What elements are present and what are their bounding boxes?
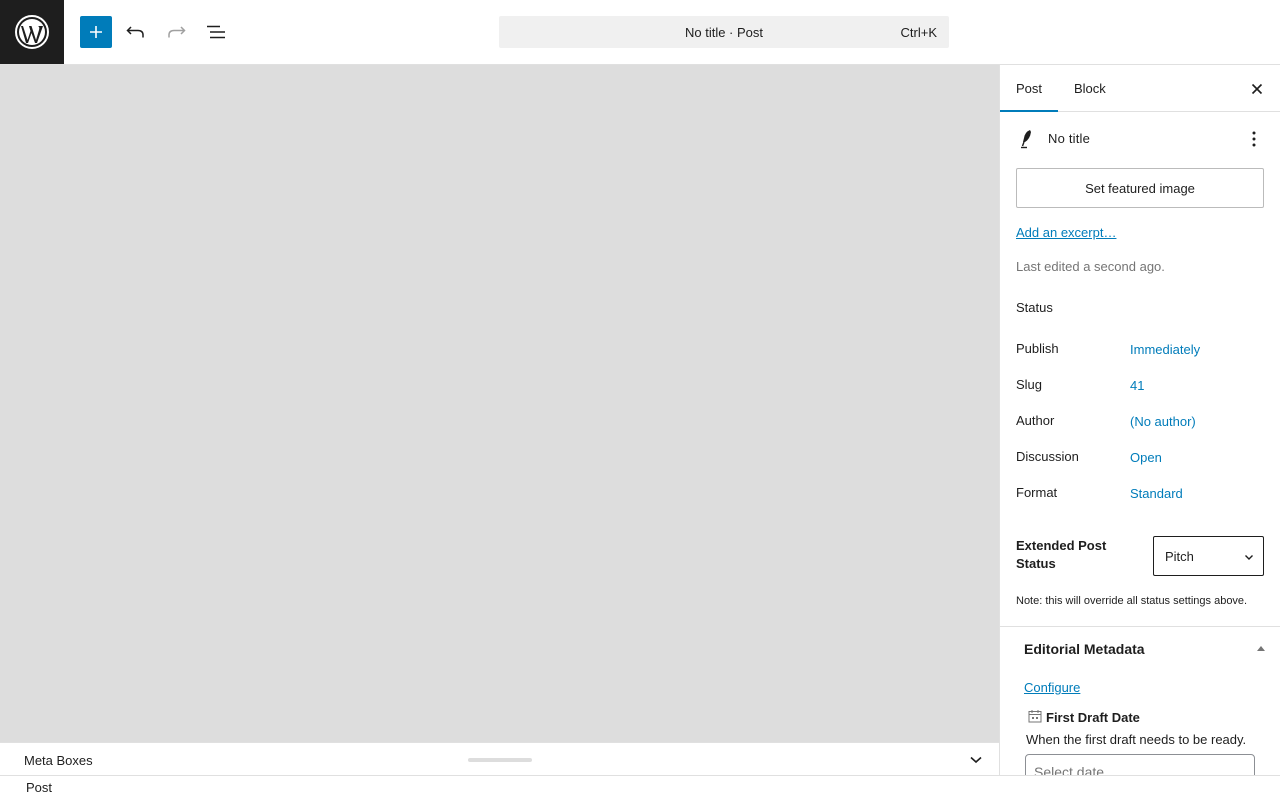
format-button[interactable]: Standard (1130, 486, 1183, 501)
format-label: Format (1016, 485, 1058, 500)
author-button[interactable]: (No author) (1130, 414, 1196, 429)
editor-footer: Post (0, 775, 1280, 800)
tab-post[interactable]: Post (1000, 65, 1058, 112)
editor-canvas[interactable] (0, 65, 999, 743)
publish-date-button[interactable]: Immediately (1130, 342, 1200, 357)
calendar-icon (1028, 710, 1042, 723)
format-row: Format Standard (1016, 485, 1266, 505)
post-title: No title (1048, 131, 1091, 146)
meta-boxes-toggle-button[interactable] (964, 750, 988, 770)
undo-icon (126, 26, 144, 38)
add-excerpt-link[interactable]: Add an excerpt… (1016, 225, 1116, 240)
discussion-row: Discussion Open (1016, 449, 1266, 469)
add-block-button[interactable] (80, 16, 112, 48)
redo-icon (168, 26, 186, 38)
meta-boxes-label: Meta Boxes (24, 753, 93, 768)
extended-status-note: Note: this will override all status sett… (1016, 595, 1248, 607)
editor-header: No title · Post Ctrl+K (0, 0, 1280, 65)
chevron-down-icon (1245, 555, 1253, 560)
author-row: Author (No author) (1016, 413, 1266, 433)
breadcrumb-post[interactable]: Post (26, 780, 52, 795)
editorial-metadata-title[interactable]: Editorial Metadata (1024, 641, 1145, 657)
chevron-down-icon (970, 756, 982, 764)
command-palette-bar[interactable]: No title · Post Ctrl+K (499, 16, 949, 48)
post-actions-button[interactable] (1242, 127, 1266, 151)
status-heading: Status (1016, 300, 1053, 315)
settings-sidebar: Post Block No title Set featured image A… (999, 65, 1280, 775)
extended-status-value: Pitch (1165, 549, 1194, 564)
slug-label: Slug (1016, 377, 1043, 392)
first-draft-date-description: When the first draft needs to be ready. (1026, 732, 1247, 747)
meta-boxes-panel: Meta Boxes (0, 742, 999, 776)
slug-row: Slug 41 (1016, 377, 1266, 397)
document-title-label: No title · Post (684, 24, 764, 40)
meta-boxes-resize-handle[interactable] (468, 758, 532, 762)
more-vertical-icon (1252, 131, 1256, 147)
set-featured-image-button[interactable]: Set featured image (1016, 168, 1264, 208)
close-icon (1251, 83, 1263, 95)
wordpress-logo-icon[interactable] (0, 0, 64, 64)
discussion-button[interactable]: Open (1130, 450, 1162, 465)
publish-label: Publish (1016, 341, 1059, 356)
plus-icon (90, 26, 102, 38)
document-summary: No title (1016, 127, 1266, 151)
keyboard-shortcut-hint: Ctrl+K (900, 25, 937, 40)
list-view-button[interactable] (200, 16, 232, 48)
sidebar-tabs: Post Block (1000, 65, 1280, 112)
triangle-up-icon[interactable] (1255, 643, 1267, 653)
first-draft-date-title: First Draft Date (1046, 710, 1140, 725)
close-sidebar-button[interactable] (1245, 77, 1269, 101)
last-edited-text: Last edited a second ago. (1016, 259, 1165, 274)
tab-block[interactable]: Block (1058, 65, 1122, 112)
first-draft-date-input[interactable] (1025, 754, 1255, 775)
redo-button[interactable] (160, 16, 192, 48)
author-label: Author (1016, 413, 1055, 428)
list-view-icon (207, 25, 225, 39)
publish-row: Publish Immediately (1016, 341, 1266, 361)
discussion-label: Discussion (1016, 449, 1079, 464)
feather-icon (1021, 130, 1031, 149)
extended-post-status-select[interactable]: Pitch (1153, 536, 1264, 576)
undo-button[interactable] (120, 16, 152, 48)
extended-post-status-label: Extended Post Status (1016, 538, 1107, 571)
editorial-metadata-panel: Editorial Metadata Configure First Draft… (1000, 626, 1280, 775)
configure-link[interactable]: Configure (1024, 680, 1080, 695)
slug-button[interactable]: 41 (1130, 378, 1144, 393)
